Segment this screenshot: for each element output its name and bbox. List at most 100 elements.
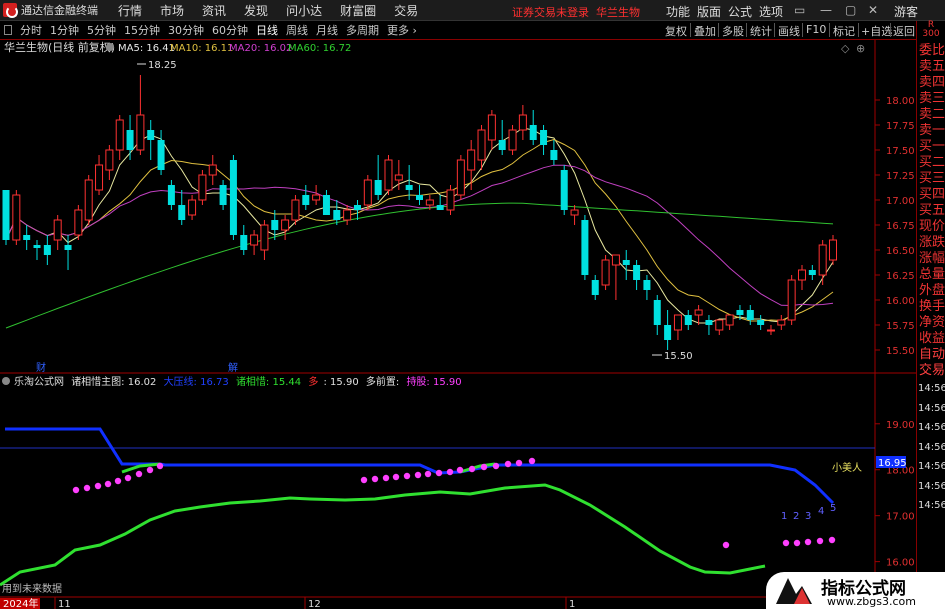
tool-f10[interactable]: F10 (806, 23, 826, 36)
count-labels: 1 2 3 4 5 (781, 503, 836, 522)
tool-biaoji[interactable]: 标记 (833, 23, 855, 39)
quote-field-20[interactable]: 交易 (917, 363, 945, 379)
candle-body (229, 160, 237, 235)
period-toolbar: 分时 1分钟 5分钟 15分钟 30分钟 60分钟 日线 周线 月线 多周期 更… (0, 21, 945, 40)
quote-field-11[interactable]: 现价 (917, 219, 945, 235)
menu-item-zixun[interactable]: 资讯 (202, 2, 226, 19)
quote-field-13[interactable]: 涨幅 (917, 251, 945, 267)
chart-area[interactable]: 华兰生物(日线 前复权) MA5: 16.41 MA10: 16.11 MA20… (0, 40, 916, 609)
candle-body (560, 170, 568, 210)
menu-gongneng[interactable]: 功能 (666, 3, 690, 20)
quote-field-8[interactable]: 买三 (917, 171, 945, 187)
tool-duogu[interactable]: 多股 (722, 23, 744, 39)
candle-body (601, 259, 610, 286)
ma20-label: MA20: 16.02 (229, 43, 292, 54)
period-multi[interactable]: 多周期 (342, 22, 383, 38)
tool-diejia[interactable]: 叠加 (694, 23, 716, 39)
menu-gongshi[interactable]: 公式 (728, 3, 752, 20)
menu-item-hangqing[interactable]: 行情 (118, 2, 142, 19)
quote-field-12[interactable]: 涨跌 (917, 235, 945, 251)
quote-field-4[interactable]: 卖二 (917, 107, 945, 123)
period-fenshi[interactable]: 分时 (16, 22, 46, 38)
menu-item-wenxiaoda[interactable]: 问小达 (286, 2, 322, 19)
period-1min[interactable]: 1分钟 (46, 22, 83, 38)
tool-back[interactable]: 返回 (893, 23, 915, 39)
candle-body (622, 260, 630, 265)
period-monthly[interactable]: 月线 (312, 22, 342, 38)
ma5-label: MA5: 16.41 (118, 43, 175, 54)
period-daily[interactable]: 日线 (252, 22, 282, 38)
quote-field-19[interactable]: 自动 (917, 347, 945, 363)
quote-field-6[interactable]: 买一 (917, 139, 945, 155)
candle-body (363, 179, 372, 206)
quote-field-0[interactable]: 委比 (917, 43, 945, 59)
hold-dot (382, 474, 390, 482)
period-weekly[interactable]: 周线 (282, 22, 312, 38)
candle-body (715, 319, 724, 331)
chart-option-icon[interactable]: ◇ (841, 42, 850, 55)
pressure-line-green-segment-2 (459, 462, 496, 474)
period-60min[interactable]: 60分钟 (208, 22, 252, 38)
quote-field-9[interactable]: 买四 (917, 187, 945, 203)
candle-body (746, 310, 754, 320)
menu-item-shichang[interactable]: 市场 (160, 2, 184, 19)
tool-tongji[interactable]: 统计 (750, 23, 772, 39)
quote-field-1[interactable]: 卖五 (917, 59, 945, 75)
window-restore-icon[interactable]: ▢ (845, 3, 856, 17)
date-axis: 2024年 11 12 1 (0, 597, 575, 609)
quote-field-16[interactable]: 换手 (917, 299, 945, 315)
hold-dot (828, 536, 836, 544)
login-warning[interactable]: 证券交易未登录 华兰生物 (512, 4, 640, 20)
candle-body (694, 309, 703, 316)
quote-field-7[interactable]: 买二 (917, 155, 945, 171)
menu-xuanxiang[interactable]: 选项 (759, 3, 783, 20)
event-marker-cai[interactable]: 财 (36, 361, 46, 374)
current-value-text: 16.95 (878, 458, 907, 469)
guest-button[interactable]: 游客 (894, 3, 918, 20)
event-marker-jie[interactable]: 解 (228, 361, 238, 374)
hold-dot (403, 472, 411, 480)
toolbar-divider (890, 23, 891, 37)
candle-body (446, 189, 455, 211)
window-minimize-icon[interactable]: — (820, 3, 832, 17)
settings-gear-icon[interactable] (106, 43, 114, 51)
window-menu-icon[interactable]: ▭ (794, 3, 805, 17)
high-marker-label: 18.25 (148, 60, 177, 71)
menu-item-jiaoyi[interactable]: 交易 (394, 2, 418, 19)
trade-time-list: 14:56 14:56 14:56 14:56 14:56 14:56 14:56 (917, 379, 945, 516)
menu-item-faxian[interactable]: 发现 (244, 2, 268, 19)
ma60-label: MA60: 16.72 (288, 43, 351, 54)
period-5min[interactable]: 5分钟 (83, 22, 120, 38)
low-marker-label: 15.50 (664, 351, 693, 362)
period-15min[interactable]: 15分钟 (120, 22, 164, 38)
tool-add-watchlist[interactable]: +自选 (861, 23, 892, 39)
period-30min[interactable]: 30分钟 (164, 22, 208, 38)
hold-dot (360, 476, 368, 484)
quote-field-18[interactable]: 收益 (917, 331, 945, 347)
quote-field-10[interactable]: 买五 (917, 203, 945, 219)
quote-field-17[interactable]: 净资 (917, 315, 945, 331)
hold-dot (72, 486, 80, 494)
hold-dot (722, 541, 730, 549)
hold-dot (94, 482, 102, 490)
tool-fuquan[interactable]: 复权 (665, 23, 687, 39)
tool-huaxian[interactable]: 画线 (778, 23, 800, 39)
sub-settings-gear-icon[interactable] (2, 377, 10, 385)
panel-toggle-icon[interactable] (4, 25, 12, 35)
chart-zoom-icon[interactable]: ⊕ (856, 42, 865, 55)
candle-body (136, 114, 145, 151)
quote-field-15[interactable]: 外盘 (917, 283, 945, 299)
window-close-icon[interactable]: ✕ (868, 3, 878, 17)
hold-dot (816, 537, 824, 545)
hold-dot (456, 466, 464, 474)
candle-body (540, 130, 548, 145)
quote-field-3[interactable]: 卖三 (917, 91, 945, 107)
candle-body (829, 239, 837, 261)
quote-field-2[interactable]: 卖四 (917, 75, 945, 91)
period-more[interactable]: 更多 › (383, 22, 421, 38)
menu-item-caifuquan[interactable]: 财富圈 (340, 2, 376, 19)
quote-field-14[interactable]: 总量 (917, 267, 945, 283)
date-label-dec: 12 (308, 599, 321, 609)
menu-banmian[interactable]: 版面 (697, 3, 721, 20)
quote-field-5[interactable]: 卖一 (917, 123, 945, 139)
